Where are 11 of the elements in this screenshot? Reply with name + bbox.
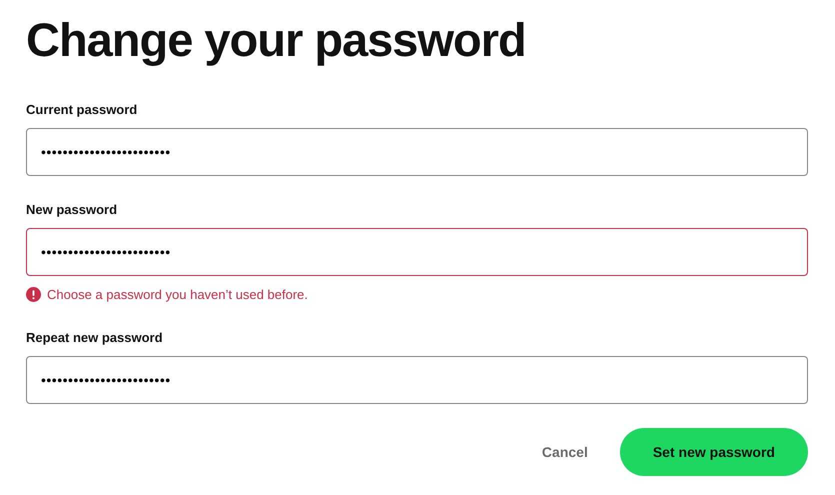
password-field[interactable]: •••••••••••••••••••••••• — [26, 128, 808, 176]
field-label: Current password — [26, 102, 138, 118]
field-label: Repeat new password — [26, 330, 164, 346]
password-field[interactable]: •••••••••••••••••••••••• — [26, 228, 808, 276]
error-message: Choose a password you haven’t used before. — [47, 287, 308, 302]
cancel-button[interactable]: Cancel — [542, 432, 588, 472]
field-label: New password — [26, 202, 118, 218]
set-password-button[interactable]: Set new password — [620, 428, 808, 476]
error-icon — [26, 287, 41, 302]
page-title: Change your password — [26, 12, 527, 68]
password-field[interactable]: •••••••••••••••••••••••• — [26, 356, 808, 404]
